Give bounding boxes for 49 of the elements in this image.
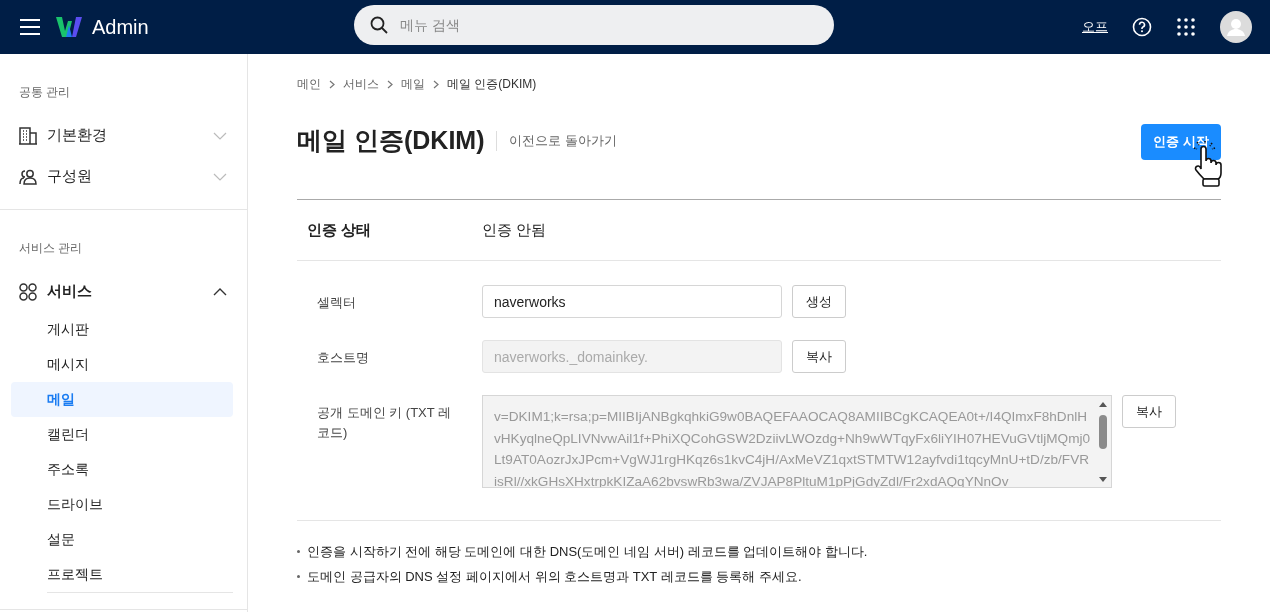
avatar-icon[interactable] xyxy=(1220,11,1252,43)
status-value: 인증 안됨 xyxy=(482,220,547,240)
chevron-up-icon xyxy=(213,287,227,296)
note-text: 인증을 시작하기 전에 해당 도메인에 대한 DNS(도메인 네임 서버) 레코드를 업데이트해야 합니다. xyxy=(307,543,868,561)
chevron-right-icon xyxy=(329,79,335,89)
section-title: 공통 관리 xyxy=(18,84,72,101)
search-field[interactable]: 메뉴 검색 xyxy=(354,5,834,45)
sidebar-subitem[interactable]: 게시판 xyxy=(11,312,233,347)
sidebar-item[interactable]: 구성원 xyxy=(11,156,233,197)
field-label: 인증 상태 xyxy=(306,220,373,240)
chevron-right-icon xyxy=(433,79,439,89)
chevron-down-icon xyxy=(213,172,227,181)
sidebar-subitem[interactable]: 메시지 xyxy=(11,347,233,382)
text-field[interactable]: naverworks xyxy=(482,285,782,318)
section-title: 서비스 관리 xyxy=(18,240,84,257)
sidebar-subitem[interactable]: 주소록 xyxy=(11,452,233,487)
search-icon xyxy=(370,16,388,34)
sidebar-subitem[interactable]: 프로젝트 xyxy=(11,557,233,592)
apps-icon xyxy=(19,282,37,301)
breadcrumb-link[interactable]: 메일 xyxy=(401,75,425,93)
people-icon xyxy=(19,167,37,186)
bullet-icon xyxy=(297,550,300,553)
bullet-icon xyxy=(297,575,300,578)
logo-icon xyxy=(56,17,82,37)
sidebar-item[interactable]: 기본환경 xyxy=(11,115,233,156)
breadcrumb-link[interactable]: 메인 xyxy=(297,75,321,93)
breadcrumb-link[interactable]: 서비스 xyxy=(343,75,379,93)
app-title: Admin xyxy=(92,15,149,39)
page-title: 메일 인증(DKIM) xyxy=(297,125,485,156)
sidebar-subitem[interactable]: 메일 xyxy=(11,382,233,417)
note-text: 도메인 공급자의 DNS 설정 페이지에서 위의 호스트명과 TXT 레코드를 등록해 주세요. xyxy=(307,568,802,586)
sidebar-subitem[interactable]: 캘린더 xyxy=(11,417,233,452)
help-icon[interactable] xyxy=(1132,17,1152,37)
header-link[interactable]: 오프 xyxy=(1082,18,1108,36)
generate-button[interactable]: 생성 xyxy=(792,285,846,318)
chevron-down-icon xyxy=(213,131,227,140)
field-label: 셀렉터 xyxy=(316,294,357,312)
sidebar-subitem[interactable]: 드라이브 xyxy=(11,487,233,522)
sidebar-subitem[interactable]: 설문 xyxy=(11,522,233,557)
breadcrumb-link[interactable]: 메일 인증(DKIM) xyxy=(447,75,537,93)
menu-icon[interactable] xyxy=(20,19,40,35)
apps-grid-icon[interactable] xyxy=(1176,17,1196,37)
sidebar-item[interactable]: 서비스 xyxy=(11,271,233,312)
back-link[interactable]: 이전으로 돌아가기 xyxy=(509,131,618,150)
search-field[interactable]: 메뉴 검색 xyxy=(398,16,818,34)
building-icon xyxy=(19,126,37,145)
chevron-right-icon xyxy=(387,79,393,89)
field-label: 공개 도메인 키 (TXT 레코드) xyxy=(316,404,453,442)
field-label: 호스트명 xyxy=(316,349,370,367)
